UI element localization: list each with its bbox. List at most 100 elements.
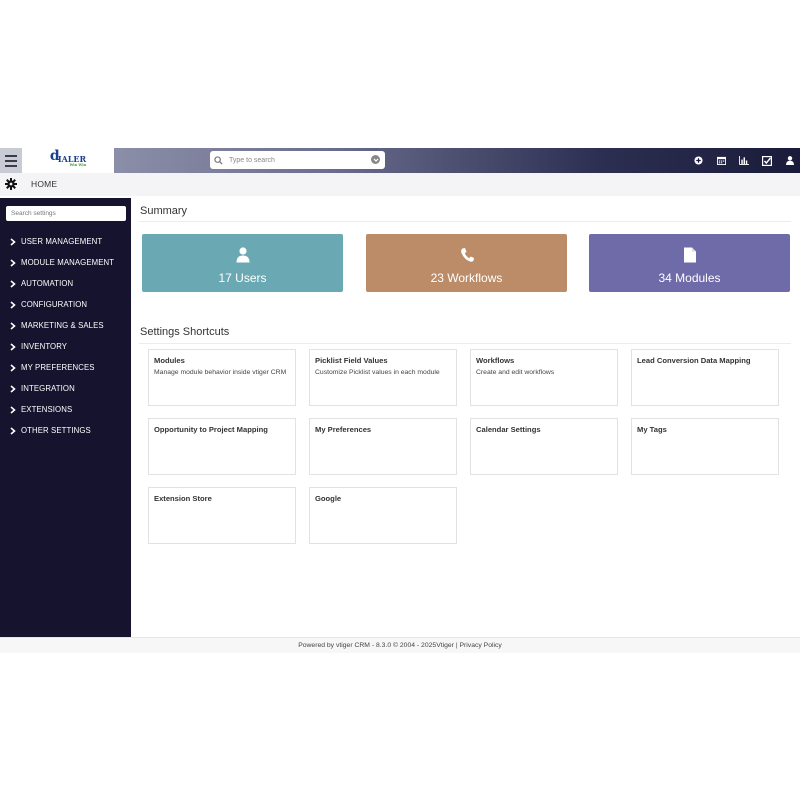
gear-icon — [5, 178, 17, 190]
logo-wordmark: d IALER Win Win — [49, 148, 87, 167]
sidebar-item-module-management[interactable]: MODULE MANAGEMENT — [0, 252, 131, 273]
sidebar-item-other-settings[interactable]: OTHER SETTINGS — [0, 420, 131, 441]
chevron-down-icon — [373, 158, 378, 162]
tasks-icon — [762, 155, 772, 166]
sidebar-item-label: AUTOMATION — [21, 279, 74, 288]
sidebar-item-configuration[interactable]: CONFIGURATION — [0, 294, 131, 315]
shortcut-title: Lead Conversion Data Mapping — [637, 356, 751, 365]
summary-heading: Summary — [140, 205, 188, 217]
sidebar-item-label: OTHER SETTINGS — [21, 426, 91, 435]
sidebar-item-marketing-sales[interactable]: MARKETING & SALES — [0, 315, 131, 336]
tasks-button[interactable] — [761, 155, 773, 167]
logo-mark-icon: d — [49, 148, 60, 164]
chevron-right-icon — [10, 342, 16, 351]
user-icon — [236, 247, 249, 263]
shortcut-title: Picklist Field Values — [315, 356, 388, 365]
chevron-right-icon — [10, 363, 16, 372]
shortcut-title: Modules — [154, 356, 185, 365]
shortcut-title: Calendar Settings — [476, 425, 541, 434]
shortcut-description: Manage module behavior inside vtiger CRM — [154, 369, 287, 376]
shortcuts-heading: Settings Shortcuts — [140, 326, 230, 338]
chevron-right-icon — [10, 321, 16, 330]
footer-privacy-link[interactable]: Privacy Policy — [460, 642, 502, 649]
settings-menu: USER MANAGEMENT MODULE MANAGEMENT AUTOMA… — [0, 231, 131, 441]
shortcut-modules[interactable]: Modules Manage module behavior inside vt… — [148, 349, 296, 406]
user-menu-button[interactable] — [784, 155, 796, 167]
phone-icon — [460, 248, 474, 262]
global-search-box[interactable] — [210, 151, 385, 169]
global-search-input[interactable] — [227, 155, 371, 165]
summary-card-users[interactable]: 17 Users — [142, 234, 343, 292]
shortcut-description: Create and edit workflows — [476, 369, 555, 376]
crm-settings-app: d IALER Win Win Type to search HOME Sear… — [0, 148, 800, 653]
sidebar-item-inventory[interactable]: INVENTORY — [0, 336, 131, 357]
chevron-right-icon — [10, 300, 16, 309]
sidebar-item-label: USER MANAGEMENT — [21, 237, 103, 246]
summary-card-label: 34 Modules — [658, 271, 721, 285]
sidebar-item-user-management[interactable]: USER MANAGEMENT — [0, 231, 131, 252]
sidebar-item-integration[interactable]: INTEGRATION — [0, 378, 131, 399]
user-icon — [786, 156, 794, 165]
chevron-right-icon — [10, 258, 16, 267]
sidebar-item-label: MODULE MANAGEMENT — [21, 258, 115, 267]
page-footer: Powered by vtiger CRM - 8.3.0 © 2004 - 2… — [0, 637, 800, 653]
divider — [139, 343, 791, 344]
chevron-right-icon — [10, 426, 16, 435]
sidebar-item-label: MARKETING & SALES — [21, 321, 104, 330]
plus-circle-icon — [693, 156, 703, 165]
shortcut-extension-store[interactable]: Extension Store — [148, 487, 296, 544]
sidebar-item-label: EXTENSIONS — [21, 405, 73, 414]
shortcut-calendar-settings[interactable]: Calendar Settings — [470, 418, 618, 475]
shortcut-title: Google — [315, 494, 342, 503]
sidebar-item-extensions[interactable]: EXTENSIONS — [0, 399, 131, 420]
breadcrumb-home[interactable]: HOME — [31, 179, 57, 189]
summary-card-modules[interactable]: 34 Modules — [589, 234, 790, 292]
chevron-right-icon — [10, 405, 16, 414]
shortcut-lead-conversion-mapping[interactable]: Lead Conversion Data Mapping — [631, 349, 779, 406]
shortcut-description: Customize Picklist values in each module — [315, 369, 440, 376]
breadcrumb-bar: HOME — [0, 173, 800, 196]
footer-powered-by: Powered by vtiger CRM - 8.3.0 © 2004 - 2… — [298, 642, 437, 649]
chevron-right-icon — [10, 237, 16, 246]
reports-button[interactable] — [738, 155, 750, 167]
shortcut-title: Workflows — [476, 356, 515, 365]
sidebar-item-label: INVENTORY — [21, 342, 68, 351]
summary-card-label: 17 Users — [218, 271, 267, 285]
shortcut-opportunity-project-mapping[interactable]: Opportunity to Project Mapping — [148, 418, 296, 475]
sidebar-item-automation[interactable]: AUTOMATION — [0, 273, 131, 294]
search-icon — [214, 155, 223, 165]
sidebar-item-label: INTEGRATION — [21, 384, 75, 393]
hamburger-icon — [5, 154, 17, 157]
footer-vtiger-link[interactable]: Vtiger — [436, 642, 454, 649]
shortcut-title: Extension Store — [154, 494, 212, 503]
chevron-right-icon — [10, 279, 16, 288]
file-icon — [683, 247, 696, 263]
sidebar-item-label: CONFIGURATION — [21, 300, 88, 309]
settings-sidebar: USER MANAGEMENT MODULE MANAGEMENT AUTOMA… — [0, 198, 131, 637]
settings-main: Summary 17 Users 23 Workflows 34 Modules… — [131, 198, 800, 637]
summary-card-workflows[interactable]: 23 Workflows — [366, 234, 567, 292]
sidebar-item-label: MY PREFERENCES — [21, 363, 95, 372]
sidebar-item-my-preferences[interactable]: MY PREFERENCES — [0, 357, 131, 378]
shortcut-picklist-field-values[interactable]: Picklist Field Values Customize Picklist… — [309, 349, 457, 406]
shortcut-title: My Tags — [637, 425, 667, 434]
shortcut-title: My Preferences — [315, 425, 372, 434]
chevron-right-icon — [10, 384, 16, 393]
shortcut-google[interactable]: Google — [309, 487, 457, 544]
chart-icon — [739, 156, 749, 165]
search-options-button[interactable] — [371, 155, 380, 164]
top-navigation-bar: d IALER Win Win — [0, 148, 800, 173]
shortcut-my-tags[interactable]: My Tags — [631, 418, 779, 475]
shortcut-my-preferences[interactable]: My Preferences — [309, 418, 457, 475]
menu-toggle-button[interactable] — [0, 148, 22, 173]
header-actions — [692, 148, 796, 173]
shortcut-workflows[interactable]: Workflows Create and edit workflows — [470, 349, 618, 406]
brand-logo[interactable]: d IALER Win Win — [22, 148, 114, 173]
shortcut-title: Opportunity to Project Mapping — [154, 425, 268, 434]
quick-create-button[interactable] — [692, 155, 704, 167]
calendar-button[interactable] — [715, 155, 727, 167]
calendar-icon — [716, 156, 726, 165]
settings-search-input[interactable] — [6, 206, 126, 221]
summary-card-label: 23 Workflows — [430, 271, 503, 285]
divider — [139, 221, 791, 222]
